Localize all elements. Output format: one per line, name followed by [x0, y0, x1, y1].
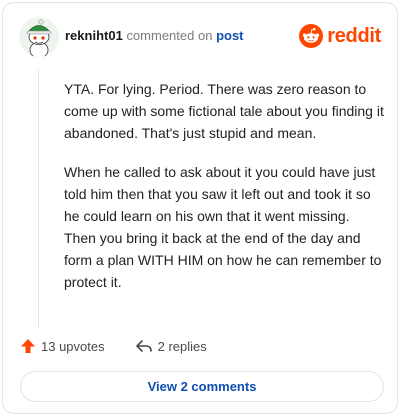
comment-body: YTA. For lying. Period. There was zero r…	[64, 78, 384, 310]
replies-button[interactable]: 2 replies	[135, 338, 207, 354]
comment-header: rekniht01 commented on post reddit	[19, 17, 381, 57]
upvote-arrow-icon	[21, 339, 35, 353]
comment-paragraph-1: YTA. For lying. Period. There was zero r…	[64, 81, 384, 141]
thread-line[interactable]	[38, 69, 39, 329]
comment-meta: rekniht01 commented on post	[65, 28, 244, 44]
commented-on-label: commented on	[126, 28, 213, 43]
reddit-wordmark: reddit	[327, 24, 381, 47]
reply-arrow-icon	[135, 340, 152, 352]
comment-card: rekniht01 commented on post reddit YTA. …	[2, 2, 398, 414]
snoo-avatar-icon	[19, 17, 59, 57]
username-link[interactable]: rekniht01	[65, 28, 123, 43]
comment-paragraph-2: When he called to ask about it you could…	[64, 164, 382, 290]
user-avatar[interactable]	[19, 17, 59, 57]
view-comments-button[interactable]: View 2 comments	[20, 371, 384, 402]
replies-count: 2 replies	[157, 338, 207, 354]
comment-actions: 13 upvotes 2 replies	[20, 336, 207, 356]
upvote-button[interactable]: 13 upvotes	[20, 338, 105, 354]
reddit-snoo-icon	[299, 24, 324, 48]
post-link[interactable]: post	[216, 28, 243, 43]
reddit-logo[interactable]: reddit	[299, 23, 381, 49]
upvotes-count: 13 upvotes	[41, 338, 105, 354]
